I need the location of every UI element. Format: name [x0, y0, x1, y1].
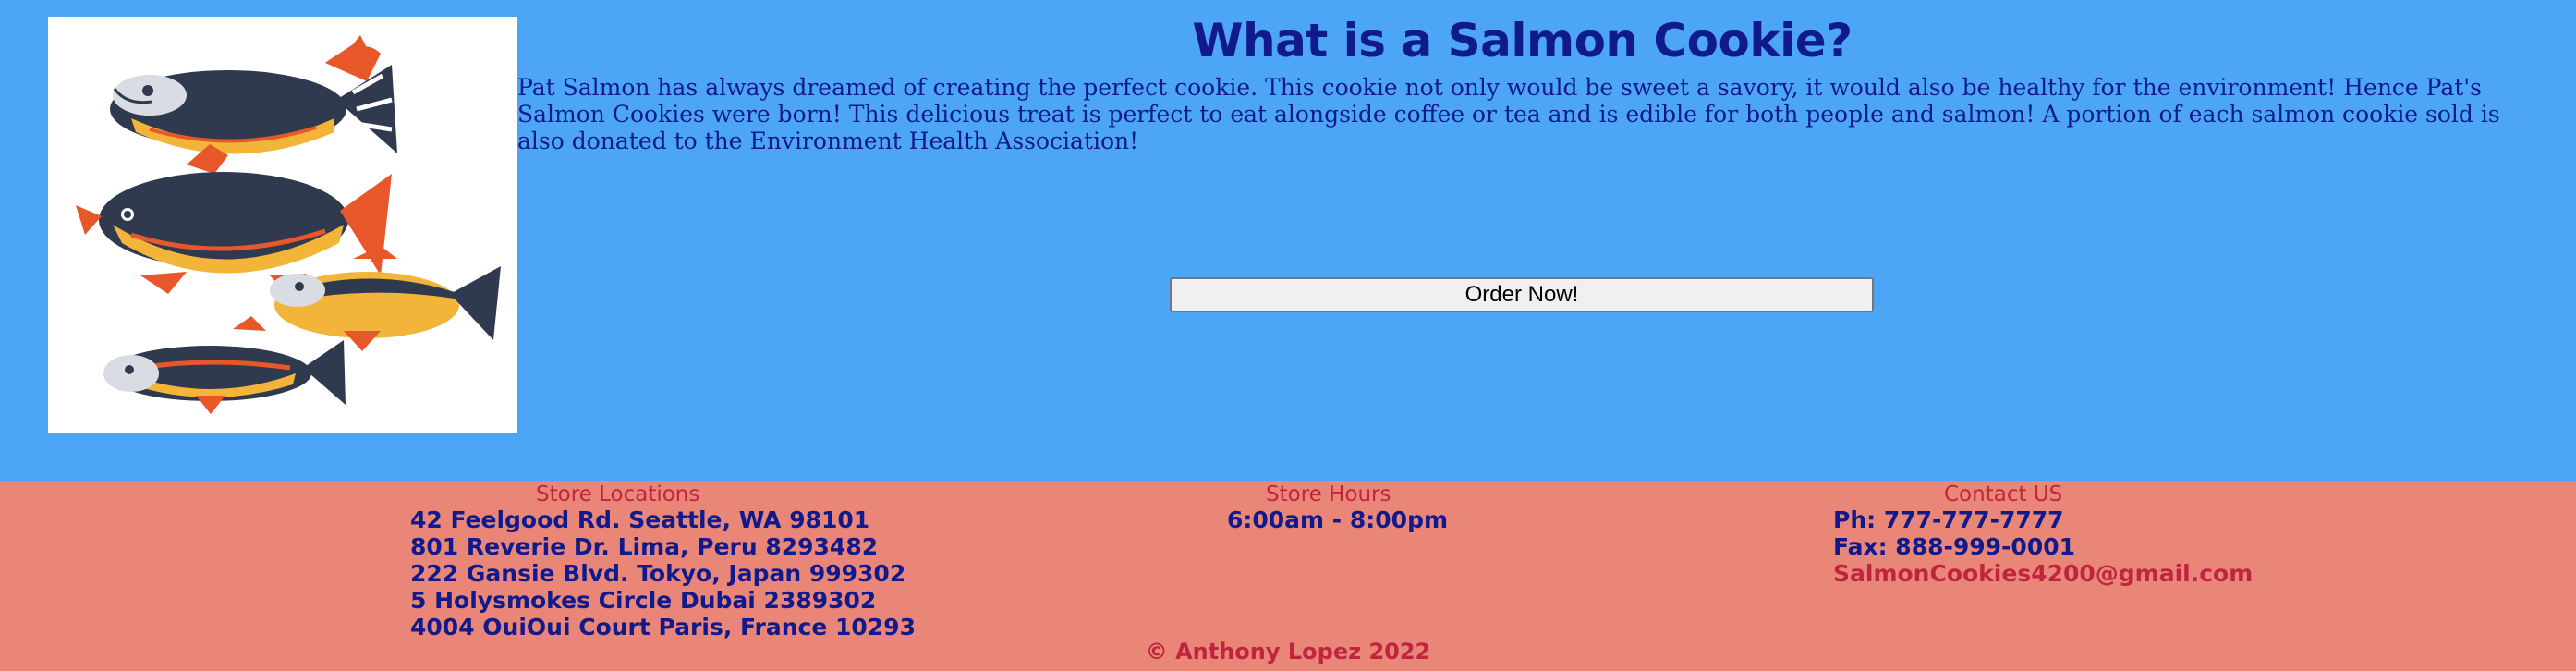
location-item: 4004 OuiOui Court Paris, France 10293	[410, 614, 916, 640]
email-link[interactable]: SalmonCookies4200@gmail.com	[1833, 560, 2253, 587]
order-now-button[interactable]: Order Now!	[1170, 277, 1874, 312]
contact-heading: Contact US	[1944, 482, 2063, 506]
location-item: 222 Gansie Blvd. Tokyo, Japan 999302	[410, 560, 906, 587]
store-hours-heading: Store Hours	[1266, 482, 1391, 506]
location-item: 5 Holysmokes Circle Dubai 2389302	[410, 587, 877, 614]
page: What is a Salmon Cookie? Pat Salmon has …	[0, 0, 2576, 671]
location-item: 42 Feelgood Rd. Seattle, WA 98101	[410, 506, 870, 533]
salmon-fish-icon	[76, 35, 501, 414]
store-hours-list: 6:00am - 8:00pm	[1227, 506, 1448, 533]
store-locations-list: 42 Feelgood Rd. Seattle, WA 98101 801 Re…	[410, 506, 916, 640]
fax-number: Fax: 888-999-0001	[1833, 533, 2076, 560]
hours-item: 6:00am - 8:00pm	[1227, 506, 1449, 533]
contact-list: Ph: 777-777-7777 Fax: 888-999-0001 Salmo…	[1833, 506, 2253, 587]
page-title: What is a Salmon Cookie?	[1192, 14, 1853, 67]
copyright: © Anthony Lopez 2022	[1145, 639, 1431, 665]
fish-3	[270, 246, 501, 351]
salmon-illustration	[48, 17, 517, 433]
location-item: 801 Reverie Dr. Lima, Peru 8293482	[410, 533, 879, 560]
phone-number: Ph: 777-777-7777	[1833, 506, 2064, 533]
fish-1	[110, 35, 397, 154]
footer: Store Locations 42 Feelgood Rd. Seattle,…	[0, 481, 2576, 671]
hero-section: What is a Salmon Cookie? Pat Salmon has …	[0, 0, 2576, 481]
store-locations-heading: Store Locations	[536, 482, 700, 506]
intro-paragraph: Pat Salmon has always dreamed of creatin…	[517, 74, 2500, 154]
